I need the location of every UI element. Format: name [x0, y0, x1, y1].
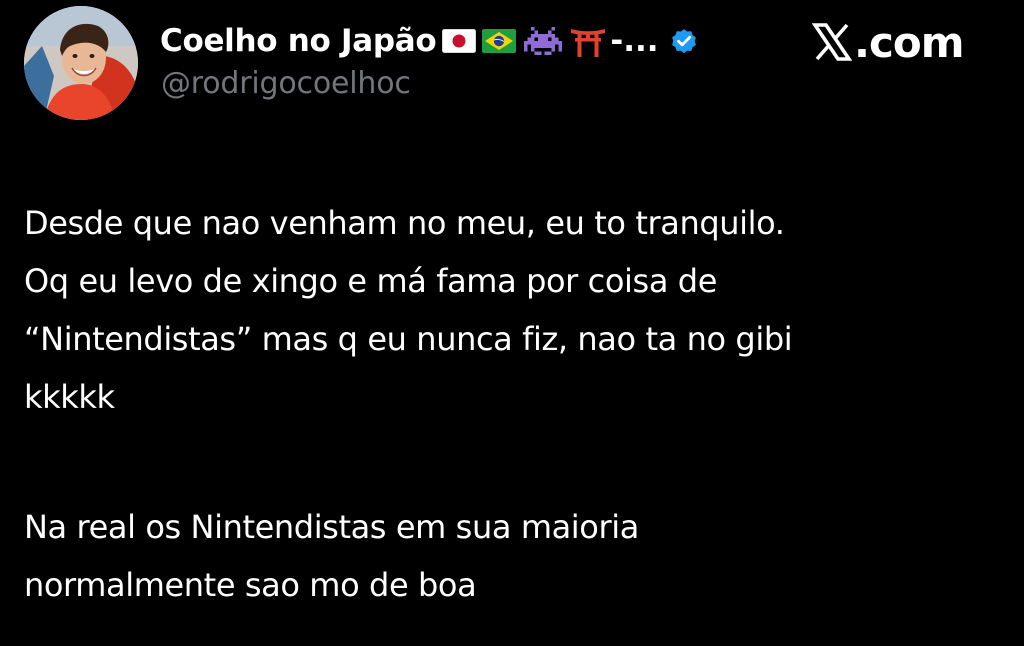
- tweet-line: kkkkk: [24, 378, 115, 416]
- tweet-text: Desde que nao venham no meu, eu to tranq…: [24, 194, 1004, 614]
- avatar-photo: [24, 6, 138, 120]
- japan-flag-icon: [442, 29, 477, 53]
- torii-gate-emoji-icon: [570, 25, 606, 57]
- space-invader-emoji-icon: [524, 26, 563, 56]
- author-handle[interactable]: @rodrigocoelhoc: [161, 66, 411, 101]
- author-display-name[interactable]: Coelho no Japão: [160, 23, 437, 59]
- tweet-line: “Nintendistas” mas q eu nunca fiz, nao t…: [24, 320, 793, 358]
- author-name-truncation: -...: [610, 23, 659, 59]
- avatar[interactable]: [24, 6, 138, 120]
- verified-badge-icon: [669, 26, 699, 56]
- brand-watermark: .com: [812, 14, 964, 70]
- brazil-flag-icon: [482, 29, 517, 53]
- tweet-line: normalmente sao mo de boa: [24, 566, 477, 604]
- author-name-row[interactable]: Coelho no Japão -...: [160, 18, 699, 64]
- brand-domain-text: .com: [854, 17, 964, 67]
- tweet-header: Coelho no Japão -... @rodrigocoelhoc .co…: [0, 0, 1024, 130]
- tweet-line: Na real os Nintendistas em sua maioria: [24, 508, 639, 546]
- tweet-line: Oq eu levo de xingo e má fama por coisa …: [24, 262, 717, 300]
- tweet-line: Desde que nao venham no meu, eu to tranq…: [24, 204, 785, 242]
- x-logo-icon: [812, 23, 852, 61]
